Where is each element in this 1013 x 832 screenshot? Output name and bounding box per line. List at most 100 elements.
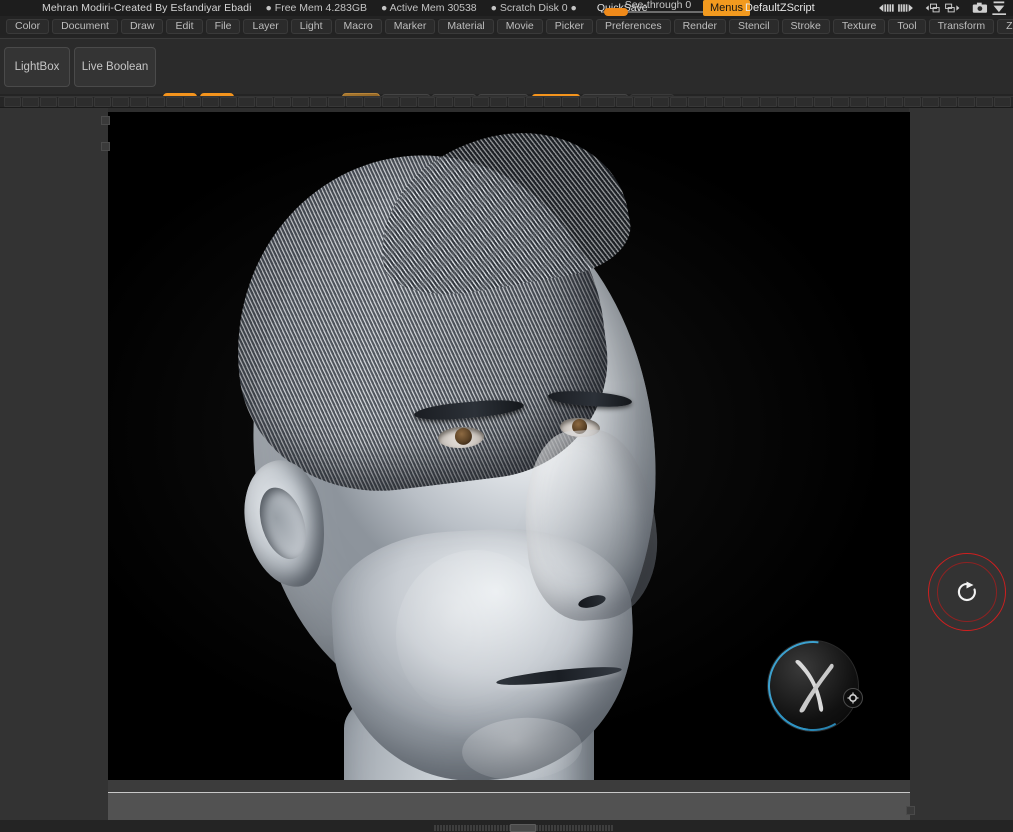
canvas-resize-handle-left[interactable]	[101, 142, 110, 151]
rotate-gizmo-icon[interactable]	[928, 553, 1006, 631]
menu-item-zplugin[interactable]: Zplugin	[997, 18, 1013, 34]
quick-pick-cell[interactable]	[202, 97, 219, 107]
quick-pick-cell[interactable]	[868, 97, 885, 107]
quick-pick-cell[interactable]	[346, 97, 363, 107]
quick-pick-cell[interactable]	[706, 97, 723, 107]
quick-pick-cell[interactable]	[526, 97, 543, 107]
quick-pick-cell[interactable]	[508, 97, 525, 107]
menu-item-picker[interactable]: Picker	[545, 18, 593, 34]
quick-pick-cell[interactable]	[832, 97, 849, 107]
menu-item-marker[interactable]: Marker	[384, 18, 436, 34]
camera-icon[interactable]	[971, 0, 990, 16]
quick-pick-cell[interactable]	[562, 97, 579, 107]
quick-pick-cell[interactable]	[652, 97, 669, 107]
quick-pick-cell[interactable]	[130, 97, 147, 107]
quick-pick-cell[interactable]	[94, 97, 111, 107]
see-through-knob[interactable]	[604, 8, 628, 16]
quick-pick-cell[interactable]	[364, 97, 381, 107]
prev-layer-icon[interactable]	[924, 0, 943, 16]
slider-tick	[551, 825, 553, 831]
prev-frame-icon[interactable]	[877, 0, 896, 16]
bottom-range-slider[interactable]	[434, 824, 616, 832]
quick-pick-cell[interactable]	[544, 97, 561, 107]
bottom-slider-handle[interactable]	[510, 824, 536, 832]
menu-item-stroke[interactable]: Stroke	[781, 18, 830, 34]
quick-pick-cell[interactable]	[40, 97, 57, 107]
quick-pick-cell[interactable]	[58, 97, 75, 107]
menu-item-light[interactable]: Light	[290, 18, 332, 34]
quick-pick-cell[interactable]	[256, 97, 273, 107]
lightbox-button[interactable]: LightBox	[4, 47, 70, 87]
menu-item-edit[interactable]: Edit	[166, 18, 203, 34]
quick-pick-cell[interactable]	[220, 97, 237, 107]
quick-pick-cell[interactable]	[238, 97, 255, 107]
quick-pick-cell[interactable]	[616, 97, 633, 107]
menu-item-render[interactable]: Render	[673, 18, 727, 34]
export-icon[interactable]	[990, 0, 1009, 16]
duplicate-icon[interactable]	[943, 0, 962, 16]
quick-pick-cell[interactable]	[778, 97, 795, 107]
right-tray-area[interactable]	[909, 108, 1013, 820]
zbrush-x-navigation-widget[interactable]	[749, 622, 877, 750]
left-tray-area[interactable]	[0, 108, 108, 820]
menu-item-color[interactable]: Color	[6, 18, 50, 34]
quick-pick-cell[interactable]	[436, 97, 453, 107]
menu-item-tool[interactable]: Tool	[888, 18, 926, 34]
menu-item-texture[interactable]: Texture	[832, 18, 886, 34]
quick-pick-cell[interactable]	[940, 97, 957, 107]
menu-item-layer[interactable]: Layer	[243, 18, 288, 34]
quick-pick-cell[interactable]	[994, 97, 1011, 107]
quick-pick-cell[interactable]	[580, 97, 597, 107]
quick-pick-cell[interactable]	[634, 97, 651, 107]
quick-pick-cell[interactable]	[850, 97, 867, 107]
quick-pick-cell[interactable]	[688, 97, 705, 107]
quick-pick-cell[interactable]	[328, 97, 345, 107]
menu-item-material[interactable]: Material	[438, 18, 494, 34]
quick-pick-cell[interactable]	[814, 97, 831, 107]
quick-pick-cell[interactable]	[418, 97, 435, 107]
quick-pick-cell[interactable]	[382, 97, 399, 107]
menu-item-movie[interactable]: Movie	[496, 18, 543, 34]
menu-item-preferences[interactable]: Preferences	[595, 18, 671, 34]
quick-pick-cell[interactable]	[904, 97, 921, 107]
quick-pick-cell[interactable]	[598, 97, 615, 107]
see-through-slider[interactable]: See-through 0	[602, 0, 714, 16]
quick-pick-cell[interactable]	[886, 97, 903, 107]
menu-item-macro[interactable]: Macro	[334, 18, 382, 34]
menus-button[interactable]: Menus	[703, 0, 751, 16]
quick-pick-cell[interactable]	[958, 97, 975, 107]
quick-pick-cell[interactable]	[796, 97, 813, 107]
quick-pick-strip[interactable]	[0, 96, 1013, 108]
quick-pick-cell[interactable]	[922, 97, 939, 107]
menu-item-file[interactable]: File	[205, 18, 241, 34]
quick-pick-cell[interactable]	[310, 97, 327, 107]
live-boolean-button[interactable]: Live Boolean	[74, 47, 156, 87]
quick-pick-cell[interactable]	[454, 97, 471, 107]
quick-pick-cell[interactable]	[4, 97, 21, 107]
quick-pick-cell[interactable]	[184, 97, 201, 107]
quick-pick-cell[interactable]	[274, 97, 291, 107]
quick-pick-cell[interactable]	[742, 97, 759, 107]
quick-pick-cell[interactable]	[976, 97, 993, 107]
menu-item-stencil[interactable]: Stencil	[729, 18, 779, 34]
quick-pick-cell[interactable]	[292, 97, 309, 107]
menu-item-document[interactable]: Document	[52, 18, 118, 34]
quick-pick-cell[interactable]	[166, 97, 183, 107]
quick-pick-cell[interactable]	[490, 97, 507, 107]
canvas-resize-handle-top-left[interactable]	[101, 116, 110, 125]
menu-item-transform[interactable]: Transform	[928, 18, 995, 34]
gear-icon[interactable]	[843, 688, 863, 708]
quick-pick-cell[interactable]	[112, 97, 129, 107]
quick-pick-cell[interactable]	[472, 97, 489, 107]
quick-pick-cell[interactable]	[724, 97, 741, 107]
quick-pick-cell[interactable]	[76, 97, 93, 107]
next-frame-icon[interactable]	[896, 0, 915, 16]
canvas-resize-handle-bottom-right[interactable]	[906, 806, 915, 815]
quick-pick-cell[interactable]	[400, 97, 417, 107]
quick-pick-cell[interactable]	[22, 97, 39, 107]
zscript-name[interactable]: DefaultZScript	[745, 0, 815, 16]
quick-pick-cell[interactable]	[760, 97, 777, 107]
quick-pick-cell[interactable]	[670, 97, 687, 107]
menu-item-draw[interactable]: Draw	[120, 18, 164, 34]
quick-pick-cell[interactable]	[148, 97, 165, 107]
